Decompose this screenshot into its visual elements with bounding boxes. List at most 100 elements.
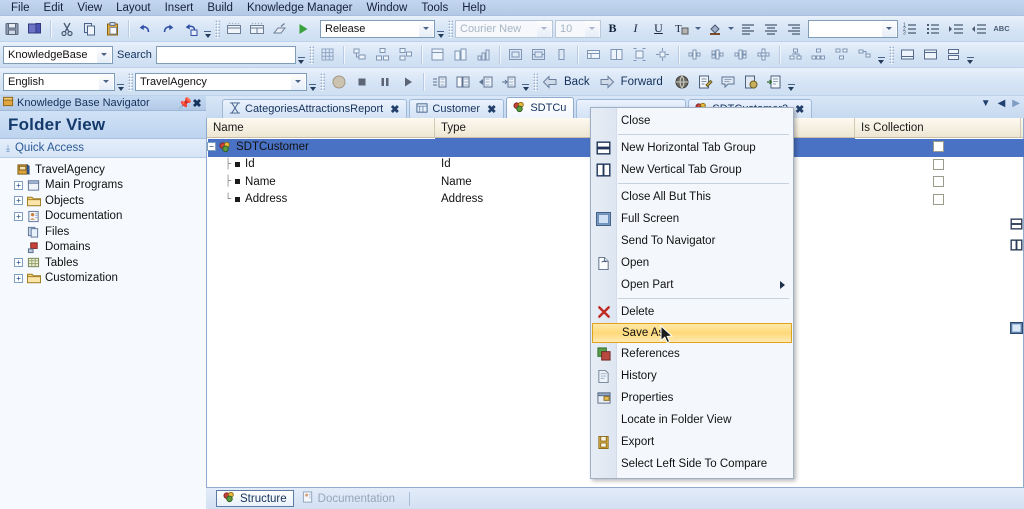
back-button[interactable]: Back	[560, 76, 594, 88]
diagram-3-icon[interactable]	[395, 44, 416, 65]
tree-item-travelagency[interactable]: TravelAgency	[0, 162, 206, 178]
build-all-icon[interactable]	[223, 18, 244, 39]
menu-item-knowledge-manager[interactable]: Knowledge Manager	[240, 0, 360, 16]
save-all-icon[interactable]	[24, 18, 45, 39]
redo-history-icon[interactable]	[180, 18, 201, 39]
tree-item-domains[interactable]: Domains	[0, 240, 206, 256]
toolbar-overflow-build[interactable]	[435, 19, 446, 39]
tree-3-icon[interactable]	[831, 44, 852, 65]
font-size-combo[interactable]: 10	[555, 19, 601, 38]
font-family-combo[interactable]: Courier New	[455, 19, 553, 38]
globe-icon[interactable]	[672, 71, 693, 92]
layout-4-icon[interactable]	[583, 44, 604, 65]
chart-3-icon[interactable]	[473, 44, 494, 65]
context-menu-item-save-as[interactable]: Save As..	[592, 323, 792, 343]
language-combo[interactable]: English	[3, 72, 115, 91]
import-icon[interactable]	[764, 71, 785, 92]
step-into-icon[interactable]	[429, 71, 450, 92]
context-menu-item-open[interactable]: Open	[591, 252, 793, 274]
layout-3-icon[interactable]	[551, 44, 572, 65]
close-icon[interactable]: ✖	[795, 103, 804, 116]
toolbar-overflow-debug[interactable]	[520, 72, 531, 92]
toolbar-overflow-language[interactable]	[115, 72, 126, 92]
tree-1-icon[interactable]	[785, 44, 806, 65]
toolbar-grip-format[interactable]	[448, 19, 453, 38]
window-1-icon[interactable]	[897, 44, 918, 65]
chart-1-icon[interactable]	[427, 44, 448, 65]
is-collection-checkbox[interactable]	[932, 176, 944, 188]
underline-icon[interactable]: U	[648, 18, 669, 39]
tree-4-icon[interactable]	[854, 44, 875, 65]
align-right-icon[interactable]	[783, 18, 804, 39]
environment-combo[interactable]: Release	[320, 19, 435, 38]
pause-icon[interactable]	[374, 71, 395, 92]
tree-item-files[interactable]: Files	[0, 224, 206, 240]
chart-2-icon[interactable]	[450, 44, 471, 65]
node-1-icon[interactable]	[684, 44, 705, 65]
step-out-icon[interactable]	[475, 71, 496, 92]
horizontal-split-icon[interactable]	[1010, 218, 1023, 233]
tab-prev-icon[interactable]: ◀	[998, 98, 1006, 109]
menu-item-file[interactable]: File	[4, 0, 37, 16]
toolbar-overflow-nav[interactable]	[786, 72, 797, 92]
fill-color-dropdown-icon[interactable]	[727, 18, 735, 39]
is-collection-checkbox[interactable]	[932, 193, 944, 205]
align-center-icon[interactable]	[760, 18, 781, 39]
chevron-double-down-icon[interactable]: ⤓	[6, 143, 10, 154]
increase-indent-icon[interactable]	[945, 18, 966, 39]
toolbar-grip-window[interactable]	[888, 45, 894, 64]
quick-access-bar[interactable]: ⤓ Quick Access	[0, 139, 206, 158]
diagram-2-icon[interactable]	[372, 44, 393, 65]
create-icon[interactable]	[269, 18, 290, 39]
tab-customer[interactable]: Customer ✖	[409, 99, 505, 118]
full-screen-icon[interactable]	[1009, 322, 1023, 337]
decrease-indent-icon[interactable]	[968, 18, 989, 39]
tree-item-objects[interactable]: + Objects	[0, 193, 206, 209]
forward-arrow-icon[interactable]	[598, 71, 616, 92]
text-style-icon[interactable]: T	[671, 18, 692, 39]
redo-icon[interactable]	[157, 18, 178, 39]
tree-item-tables[interactable]: + Tables	[0, 255, 206, 271]
tree-item-documentation[interactable]: + Documentation	[0, 209, 206, 225]
toolbar-overflow-search[interactable]	[296, 45, 307, 65]
lock-doc-icon[interactable]	[741, 71, 762, 92]
is-collection-checkbox[interactable]	[932, 158, 944, 170]
context-menu-item-export[interactable]: Export	[591, 431, 793, 453]
context-menu-item-full-screen[interactable]: Full Screen	[591, 208, 793, 230]
continue-icon[interactable]	[397, 71, 418, 92]
toolbar-grip-version[interactable]	[128, 72, 133, 91]
tree-expander[interactable]: −	[207, 142, 216, 152]
chevron-down-icon[interactable]	[291, 73, 305, 90]
node-3-icon[interactable]	[730, 44, 751, 65]
menu-item-insert[interactable]: Insert	[158, 0, 201, 16]
tab-categoriesattractionsreport[interactable]: CategoriesAttractionsReport ✖	[222, 99, 408, 118]
close-icon[interactable]: ✖	[191, 97, 203, 110]
italic-icon[interactable]: I	[625, 18, 646, 39]
tab-sdtcustomer[interactable]: SDTCu	[506, 97, 575, 118]
bottom-tab-documentation[interactable]: Documentation	[296, 490, 401, 507]
paste-icon[interactable]	[102, 18, 123, 39]
context-menu-item-new-vertical-tab-group[interactable]: New Vertical Tab Group	[591, 159, 793, 181]
toolbar-overflow-window[interactable]	[965, 45, 976, 65]
comment-icon[interactable]	[718, 71, 739, 92]
context-menu-item-properties[interactable]: Properties	[591, 387, 793, 409]
window-3-icon[interactable]	[943, 44, 964, 65]
toolbar-overflow-version[interactable]	[307, 72, 318, 92]
vertical-split-icon[interactable]	[1010, 239, 1023, 254]
close-icon[interactable]: ✖	[390, 103, 399, 116]
tab-list-icon[interactable]: ▼	[981, 98, 991, 109]
layout-7-icon[interactable]	[652, 44, 673, 65]
toolbar-overflow-diagram[interactable]	[876, 45, 887, 65]
menu-item-tools[interactable]: Tools	[414, 0, 455, 16]
grid-icon[interactable]	[317, 44, 338, 65]
context-menu-item-delete[interactable]: Delete	[591, 301, 793, 323]
menu-item-build[interactable]: Build	[200, 0, 240, 16]
node-4-icon[interactable]	[753, 44, 774, 65]
chevron-down-icon[interactable]	[585, 20, 599, 37]
forward-button[interactable]: Forward	[617, 76, 667, 88]
context-menu-item-close-all-but-this[interactable]: Close All But This	[591, 186, 793, 208]
menu-item-edit[interactable]: Edit	[37, 0, 71, 16]
tab-next-icon[interactable]: ▶	[1012, 98, 1020, 109]
menu-item-help[interactable]: Help	[455, 0, 493, 16]
step-over-icon[interactable]	[452, 71, 473, 92]
